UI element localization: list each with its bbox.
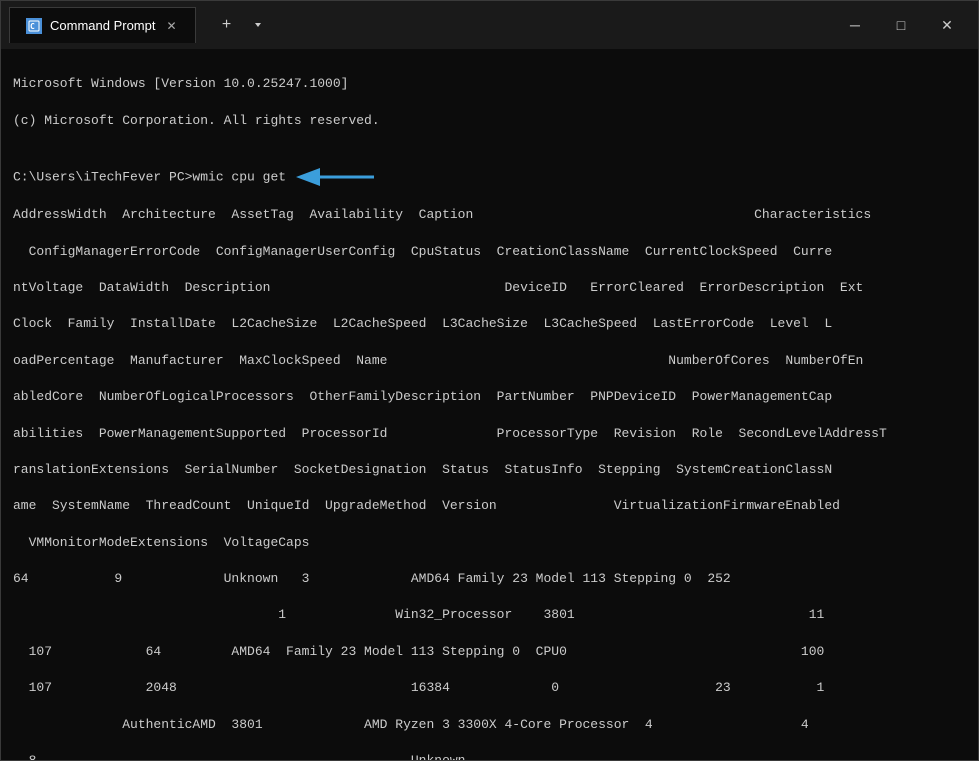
terminal-icon: C [26, 18, 42, 34]
new-tab-button[interactable]: + [212, 11, 240, 39]
window-controls: ─ □ ✕ [832, 9, 970, 41]
window: C Command Prompt ✕ + ─ □ ✕ Microsoft Wi [0, 0, 979, 761]
tab-title: Command Prompt [50, 18, 155, 33]
line-14: VMMonitorModeExtensions VoltageCaps [13, 534, 966, 552]
maximize-button[interactable]: □ [878, 9, 924, 41]
line-9: oadPercentage Manufacturer MaxClockSpeed… [13, 352, 966, 370]
line-5: AddressWidth Architecture AssetTag Avail… [13, 206, 966, 224]
title-bar-left: C Command Prompt ✕ + [9, 7, 832, 43]
minimize-button[interactable]: ─ [832, 9, 878, 41]
console-output: Microsoft Windows [Version 10.0.25247.10… [1, 49, 978, 760]
line-4: C:\Users\iTechFever PC>wmic cpu get [13, 166, 966, 188]
line-19: AuthenticAMD 3801 AMD Ryzen 3 3300X 4-Co… [13, 716, 966, 734]
svg-text:C: C [30, 22, 35, 31]
arrow-1-icon [294, 166, 384, 188]
line-2: (c) Microsoft Corporation. All rights re… [13, 112, 966, 130]
title-bar: C Command Prompt ✕ + ─ □ ✕ [1, 1, 978, 49]
close-button[interactable]: ✕ [924, 9, 970, 41]
line-20: 8 Unknown [13, 752, 966, 760]
line-1: Microsoft Windows [Version 10.0.25247.10… [13, 75, 966, 93]
line-15: 64 9 Unknown 3 AMD64 Family 23 Model 113… [13, 570, 966, 588]
line-13: ame SystemName ThreadCount UniqueId Upgr… [13, 497, 966, 515]
dropdown-button[interactable] [244, 11, 272, 39]
line-18: 107 2048 16384 0 23 1 [13, 679, 966, 697]
toolbar-buttons: + [212, 11, 272, 39]
active-tab[interactable]: C Command Prompt ✕ [9, 7, 196, 43]
line-7: ntVoltage DataWidth Description DeviceID… [13, 279, 966, 297]
line-6: ConfigManagerErrorCode ConfigManagerUser… [13, 243, 966, 261]
line-12: ranslationExtensions SerialNumber Socket… [13, 461, 966, 479]
line-10: abledCore NumberOfLogicalProcessors Othe… [13, 388, 966, 406]
line-11: abilities PowerManagementSupported Proce… [13, 425, 966, 443]
line-8: Clock Family InstallDate L2CacheSize L2C… [13, 315, 966, 333]
line-17: 107 64 AMD64 Family 23 Model 113 Steppin… [13, 643, 966, 661]
line-16: 1 Win32_Processor 3801 11 [13, 606, 966, 624]
tab-close-button[interactable]: ✕ [163, 18, 179, 34]
